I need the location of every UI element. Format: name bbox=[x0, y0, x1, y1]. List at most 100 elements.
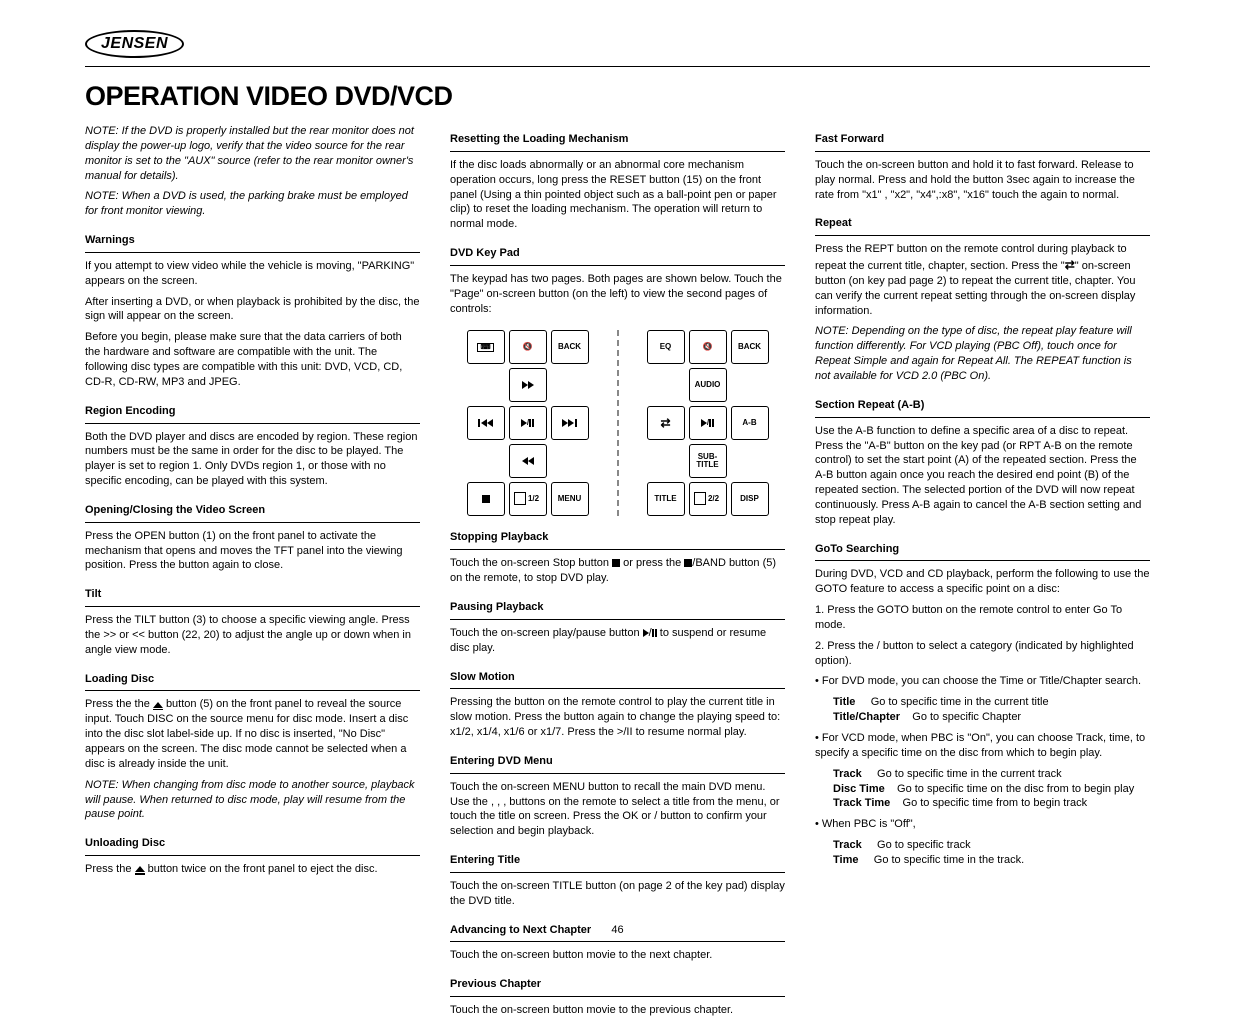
keypad-separator bbox=[617, 330, 619, 516]
sec-warnings: Warnings bbox=[85, 233, 420, 253]
back-key[interactable]: BACK bbox=[731, 330, 769, 364]
title-key[interactable]: TITLE bbox=[647, 482, 685, 516]
sec-dvdmenu: Entering DVD Menu bbox=[450, 754, 785, 774]
tbl: Track Go to specific time in the current… bbox=[815, 767, 1150, 812]
p: Press the TILT button (3) to choose a sp… bbox=[85, 613, 420, 658]
keypad-page-1: ⌨ 🔇 BACK / bbox=[467, 330, 589, 516]
mute-key[interactable]: 🔇 bbox=[509, 330, 547, 364]
page: JENSEN OPERATION VIDEO DVD/VCD NOTE: If … bbox=[0, 0, 1235, 954]
stop-key[interactable] bbox=[467, 482, 505, 516]
eject-icon bbox=[135, 866, 145, 872]
next-key[interactable] bbox=[551, 406, 589, 440]
repeat-key[interactable]: ⇄ bbox=[647, 406, 685, 440]
mute-icon: 🔇 bbox=[703, 343, 713, 351]
t: Press the bbox=[85, 863, 135, 875]
p: Press the button twice on the front pane… bbox=[85, 862, 420, 877]
sec-unload: Unloading Disc bbox=[85, 836, 420, 856]
li: • When PBC is "Off", bbox=[815, 817, 1150, 832]
p: Touch the on-screen button and hold it t… bbox=[815, 158, 1150, 203]
stop-icon bbox=[482, 495, 490, 503]
kbd-key[interactable]: ⌨ bbox=[467, 330, 505, 364]
sec-prev: Previous Chapter bbox=[450, 977, 785, 997]
p: Touch the on-screen button movie to the … bbox=[450, 1003, 785, 1018]
prev-icon bbox=[478, 419, 480, 427]
tbl: Title Go to specific time in the current… bbox=[815, 695, 1150, 725]
prev-key[interactable] bbox=[467, 406, 505, 440]
header-rule bbox=[85, 66, 1150, 67]
page-title: OPERATION VIDEO DVD/VCD bbox=[85, 81, 1150, 112]
page-number: 46 bbox=[0, 924, 1235, 936]
p: Touch the on-screen Stop button or press… bbox=[450, 556, 785, 586]
eject-icon bbox=[153, 702, 163, 708]
sec-region: Region Encoding bbox=[85, 404, 420, 424]
page-key[interactable]: 1/2 bbox=[509, 482, 547, 516]
p: If you attempt to view video while the v… bbox=[85, 259, 420, 289]
keyboard-icon: ⌨ bbox=[477, 343, 493, 352]
menu-key[interactable]: MENU bbox=[551, 482, 589, 516]
p: If the disc loads abnormally or an abnor… bbox=[450, 158, 785, 232]
li: • For DVD mode, you can choose the Time … bbox=[815, 674, 1150, 689]
playpause-key[interactable]: / bbox=[689, 406, 727, 440]
sec-slow: Slow Motion bbox=[450, 670, 785, 690]
playpause-key[interactable]: / bbox=[509, 406, 547, 440]
sec-repeat: Repeat bbox=[815, 216, 1150, 236]
p: Both the DVD player and discs are encode… bbox=[85, 430, 420, 489]
play-icon bbox=[643, 629, 649, 637]
note-1: NOTE: If the DVD is properly installed b… bbox=[85, 124, 420, 183]
li: 1. Press the GOTO button on the remote c… bbox=[815, 603, 1150, 633]
eq-key[interactable]: EQ bbox=[647, 330, 685, 364]
sec-reset: Resetting the Loading Mechanism bbox=[450, 132, 785, 152]
mute-key[interactable]: 🔇 bbox=[689, 330, 727, 364]
back-key[interactable]: BACK bbox=[551, 330, 589, 364]
tbl: Track Go to specific track Time Go to sp… bbox=[815, 838, 1150, 868]
p: Before you begin, please make sure that … bbox=[85, 330, 420, 389]
p: Press the OPEN button (1) on the front p… bbox=[85, 529, 420, 574]
col-3: Fast Forward Touch the on-screen button … bbox=[815, 118, 1150, 1024]
sec-tilt: Tilt bbox=[85, 587, 420, 607]
p: Touch the on-screen button movie to the … bbox=[450, 948, 785, 963]
sec-stop: Stopping Playback bbox=[450, 530, 785, 550]
sec-title: Entering Title bbox=[450, 853, 785, 873]
columns: NOTE: If the DVD is properly installed b… bbox=[85, 118, 1150, 1024]
page-key[interactable]: 2/2 bbox=[689, 482, 727, 516]
play-icon bbox=[521, 419, 527, 427]
p: Touch the on-screen MENU button to recal… bbox=[450, 780, 785, 839]
rew-key[interactable] bbox=[509, 444, 547, 478]
page-icon bbox=[696, 494, 706, 505]
sec-keypad: DVD Key Pad bbox=[450, 246, 785, 266]
audio-key[interactable]: AUDIO bbox=[689, 368, 727, 402]
stop-icon bbox=[684, 559, 692, 567]
p: Press the the button (5) on the front pa… bbox=[85, 697, 420, 771]
ab-key[interactable]: A-B bbox=[731, 406, 769, 440]
disp-key[interactable]: DISP bbox=[731, 482, 769, 516]
stop-icon bbox=[612, 559, 620, 567]
p: Touch the on-screen TITLE button (on pag… bbox=[450, 879, 785, 909]
mute-icon: 🔇 bbox=[523, 343, 533, 351]
keypad-figure: ⌨ 🔇 BACK / bbox=[450, 330, 785, 516]
p: Use the A-B function to define a specifi… bbox=[815, 424, 1150, 528]
repeat-icon: ⇄ bbox=[660, 417, 670, 429]
sec-load: Loading Disc bbox=[85, 672, 420, 692]
col-1: NOTE: If the DVD is properly installed b… bbox=[85, 118, 420, 1024]
ff-icon bbox=[528, 381, 534, 389]
sec-ff: Fast Forward bbox=[815, 132, 1150, 152]
note-4: NOTE: Depending on the type of disc, the… bbox=[815, 324, 1150, 383]
col-2: Resetting the Loading Mechanism If the d… bbox=[450, 118, 785, 1024]
ff-key[interactable] bbox=[509, 368, 547, 402]
t: Press the the bbox=[85, 698, 153, 710]
li: • For VCD mode, when PBC is "On", you ca… bbox=[815, 731, 1150, 761]
li: 2. Press the / button to select a catego… bbox=[815, 639, 1150, 669]
next-icon bbox=[575, 419, 577, 427]
p: Press the REPT button on the remote cont… bbox=[815, 242, 1150, 318]
sec-open: Opening/Closing the Video Screen bbox=[85, 503, 420, 523]
p: Pressing the button on the remote contro… bbox=[450, 695, 785, 740]
sec-pause: Pausing Playback bbox=[450, 600, 785, 620]
t: button twice on the front panel to eject… bbox=[148, 863, 378, 875]
sec-goto: GoTo Searching bbox=[815, 542, 1150, 562]
subtitle-key[interactable]: SUB- TITLE bbox=[689, 444, 727, 478]
p: After inserting a DVD, or when playback … bbox=[85, 295, 420, 325]
note-3: NOTE: When changing from disc mode to an… bbox=[85, 778, 420, 823]
sec-ab: Section Repeat (A-B) bbox=[815, 398, 1150, 418]
note-2: NOTE: When a DVD is used, the parking br… bbox=[85, 189, 420, 219]
p: Touch the on-screen play/pause button / … bbox=[450, 626, 785, 656]
